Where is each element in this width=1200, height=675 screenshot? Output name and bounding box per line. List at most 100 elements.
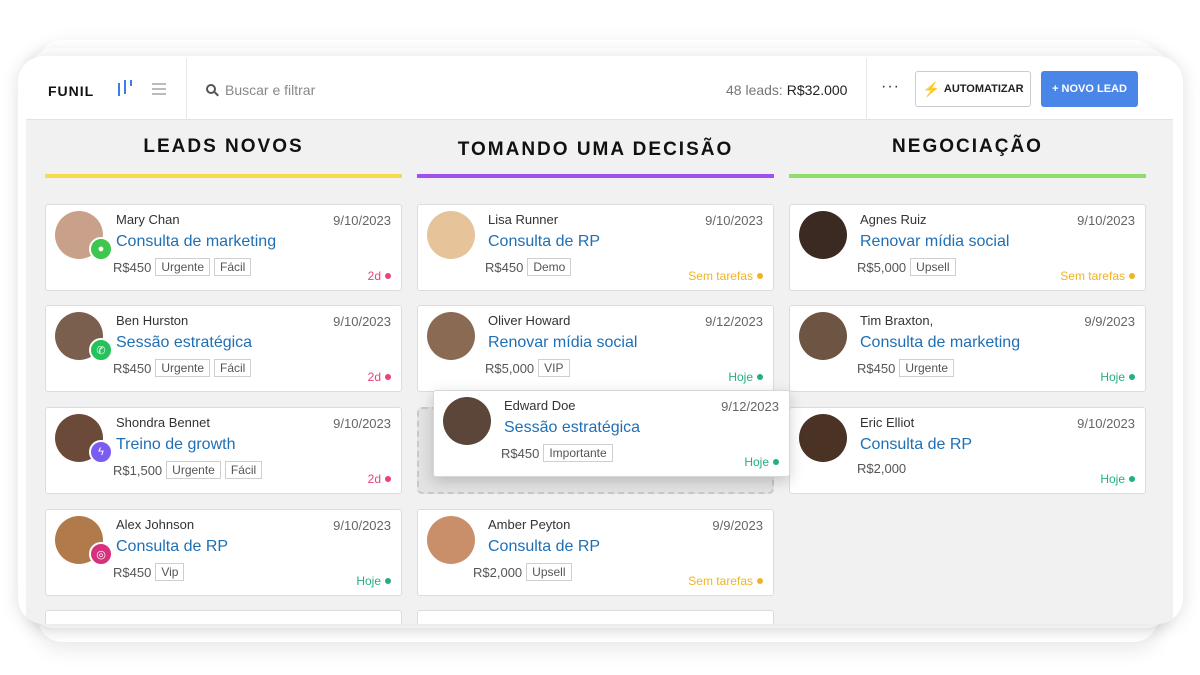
lead-card[interactable]: ◎ Alex Johnson 9/10/2023 Consulta de RP … (45, 509, 402, 596)
lead-card[interactable]: ✆ Ben Hurston 9/10/2023 Sessão estratégi… (45, 305, 402, 392)
lead-name: Lisa Runner (488, 212, 559, 227)
lead-price: R$2,000 (473, 564, 523, 580)
tag: Upsell (526, 563, 572, 581)
lead-card[interactable]: ● Mary Chan 9/10/2023 Consulta de market… (45, 204, 402, 291)
lead-price: R$5,000 (485, 360, 535, 376)
lead-price: R$450 (113, 360, 152, 376)
status-dot (757, 374, 763, 380)
status-dot (1129, 374, 1135, 380)
lead-status: Sem tarefas (1060, 269, 1135, 283)
lead-card[interactable]: Amber Peyton 9/9/2023 Consulta de RP R$2… (417, 509, 774, 596)
lead-card[interactable]: ϟ Shondra Bennet 9/10/2023 Treino de gro… (45, 407, 402, 494)
lead-title[interactable]: Sessão estratégica (116, 334, 252, 352)
lead-date: 9/10/2023 (705, 213, 763, 228)
avatar (443, 397, 491, 445)
lead-name: Tim Braxton, (860, 313, 934, 328)
lead-title[interactable]: Renovar mídia social (860, 233, 1009, 251)
tag: VIP (538, 359, 570, 377)
status-text: Hoje (744, 455, 769, 469)
lead-card[interactable]: Agnes Ruiz 9/10/2023 Renovar mídia socia… (789, 204, 1146, 291)
lead-card[interactable]: Tim Braxton, 9/9/2023 Consulta de market… (789, 305, 1146, 392)
lead-card-partial[interactable] (45, 610, 402, 624)
automate-button[interactable]: ⚡ AUTOMATIZAR (915, 71, 1031, 107)
lead-title[interactable]: Consulta de RP (860, 436, 972, 454)
avatar (427, 312, 475, 360)
pipeline-board: LEADS NOVOS ● Mary Chan 9/10/2023 Consul… (26, 120, 1173, 624)
status-dot (385, 374, 391, 380)
lead-price: R$450 (113, 564, 152, 580)
status-dot (1129, 273, 1135, 279)
lead-title[interactable]: Consulta de marketing (116, 233, 276, 251)
lead-card-partial[interactable] (417, 610, 774, 624)
board-view-icon[interactable] (118, 80, 134, 98)
status-dot (385, 578, 391, 584)
lead-name: Oliver Howard (488, 313, 571, 328)
tag: Demo (527, 258, 572, 276)
status-dot (757, 578, 763, 584)
lightning-icon: ⚡ (922, 80, 940, 97)
list-view-icon[interactable] (152, 83, 166, 95)
lead-price: R$1,500 (113, 462, 163, 478)
lead-card[interactable]: Lisa Runner 9/10/2023 Consulta de RP R$4… (417, 204, 774, 291)
tag: Vip (155, 563, 185, 581)
lead-title[interactable]: Treino de growth (116, 436, 235, 454)
lead-tags: R$450 Demo (485, 258, 572, 276)
lead-name: Amber Peyton (488, 517, 571, 532)
status-text: Sem tarefas (688, 574, 753, 588)
lead-name: Eric Elliot (860, 415, 915, 430)
lead-date: 9/9/2023 (1084, 314, 1135, 329)
lead-status: Hoje (356, 574, 391, 588)
dragged-lead-card[interactable]: Edward Doe 9/12/2023 Sessão estratégica … (433, 390, 790, 477)
status-text: Hoje (356, 574, 381, 588)
lead-title[interactable]: Consulta de RP (488, 538, 600, 556)
lead-price: R$450 (501, 445, 540, 461)
leads-summary: 48 leads: R$32.000 (726, 82, 847, 98)
status-text: Hoje (1100, 370, 1125, 384)
new-lead-button[interactable]: + NOVO LEAD (1041, 71, 1138, 107)
lead-title[interactable]: Renovar mídia social (488, 334, 637, 352)
lead-title[interactable]: Consulta de marketing (860, 334, 1020, 352)
lead-price: R$2,000 (857, 461, 907, 476)
lead-tags: R$450 Urgente Fácil (113, 258, 252, 276)
column-title: TOMANDO UMA DECISÃO (457, 139, 734, 160)
lead-price: R$450 (113, 259, 152, 275)
divider (186, 58, 187, 120)
status-text: 2d (367, 472, 381, 486)
leads-total: R$32.000 (786, 82, 848, 98)
lead-date: 9/10/2023 (333, 213, 391, 228)
search-icon (206, 83, 219, 97)
lead-tags: R$2,000 (857, 461, 906, 476)
lead-name: Shondra Bennet (116, 415, 210, 430)
status-dot (385, 476, 391, 482)
lead-title[interactable]: Consulta de RP (488, 233, 600, 251)
lead-tags: R$2,000 Upsell (473, 563, 572, 581)
lead-tags: R$450 Urgente (857, 359, 955, 377)
lead-date: 9/10/2023 (1077, 416, 1135, 431)
lead-name: Alex Johnson (116, 517, 195, 532)
lead-status: 2d (368, 269, 391, 283)
search-input[interactable]: Buscar e filtrar (206, 82, 315, 98)
lead-name: Agnes Ruiz (860, 212, 927, 227)
lead-card[interactable]: Oliver Howard 9/12/2023 Renovar mídia so… (417, 305, 774, 392)
lead-tags: R$450 Importante (501, 444, 613, 462)
status-text: 2d (367, 370, 381, 384)
lead-date: 9/10/2023 (333, 314, 391, 329)
avatar (799, 312, 847, 360)
lead-status: Hoje (1100, 472, 1135, 486)
lead-status: Sem tarefas (688, 574, 763, 588)
more-options-button[interactable]: ··· (881, 78, 900, 96)
status-text: Sem tarefas (688, 269, 753, 283)
chat-icon: ● (89, 237, 113, 261)
crm-window: FUNIL Buscar e filtrar 48 leads: R$32.00… (18, 56, 1183, 624)
lead-name: Ben Hurston (116, 313, 189, 328)
lead-title[interactable]: Consulta de RP (116, 538, 228, 556)
instagram-icon: ◎ (89, 542, 113, 566)
lead-date: 9/10/2023 (333, 416, 391, 431)
lead-tags: R$1,500 Urgente Fácil (113, 461, 263, 479)
lead-card[interactable]: Eric Elliot 9/10/2023 Consulta de RP R$2… (789, 407, 1146, 494)
lead-tags: R$5,000 VIP (485, 359, 570, 377)
lead-status: 2d (368, 472, 391, 486)
avatar (799, 211, 847, 259)
lead-name: Mary Chan (116, 212, 180, 227)
lead-title[interactable]: Sessão estratégica (504, 419, 640, 437)
